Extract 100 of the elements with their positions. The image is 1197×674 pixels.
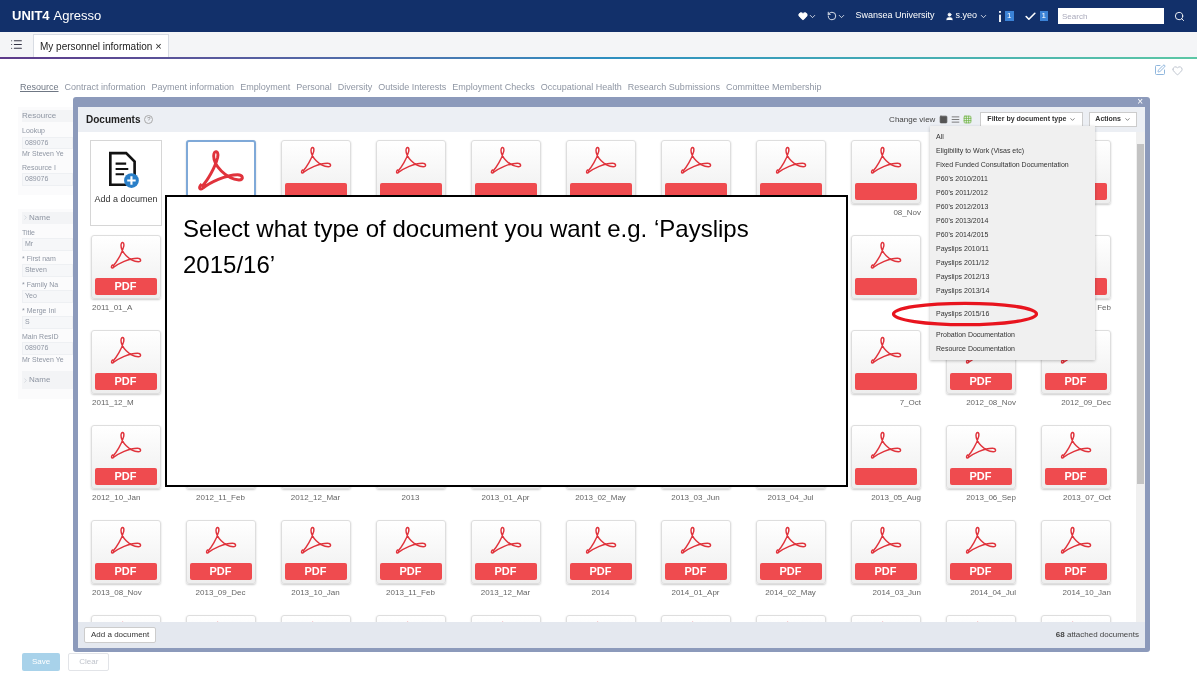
pdf-badge: PDF (949, 563, 1012, 580)
pdf-badge: PDF (569, 563, 632, 580)
tile-label: Add a documen (94, 193, 158, 206)
edit-icon[interactable] (1154, 64, 1166, 76)
scrollbar[interactable] (1136, 132, 1145, 622)
section-tab[interactable]: Payment information (151, 81, 235, 95)
pdf-tile[interactable]: PDF (90, 520, 161, 584)
file-name: 2011_12_M (91, 397, 135, 409)
logo-wordmark: UNIT4 (12, 7, 50, 26)
file-name: 2014_03_Jun (871, 587, 922, 599)
view-icon[interactable] (939, 115, 949, 124)
instruction-text: Select what type of document you want e.g. ‘Payslips 2015/16’ (183, 214, 750, 280)
organisation-name[interactable]: Swansea University (855, 9, 935, 23)
pdf-badge: PDF (1044, 373, 1107, 390)
file-name: 2013_11_Feb (385, 587, 436, 599)
file-name: 2014_10_Jan (1061, 587, 1112, 599)
pdf-badge: PDF (854, 563, 917, 580)
pdf-tile[interactable]: PDF (90, 235, 161, 299)
close-button[interactable]: × (1137, 97, 1143, 107)
panel-title: Name (29, 211, 51, 224)
pdf-badge: PDF (664, 563, 727, 580)
pdf-tile[interactable]: PDF (755, 520, 826, 584)
file-name: 2012_08_Nov (965, 397, 1017, 409)
pdf-tile[interactable]: PDF (280, 520, 351, 584)
file-name: 08_Nov (892, 207, 922, 219)
file-name: 2013_09_Dec (194, 587, 247, 599)
search-icon[interactable] (1174, 10, 1185, 22)
pdf-tile[interactable]: PDF (1040, 425, 1111, 489)
pdf-badge: PDF (1044, 468, 1107, 485)
pdf-tile[interactable]: PDF (470, 520, 541, 584)
file-name: Feb (1096, 302, 1112, 314)
section-tab[interactable]: Resource (20, 81, 59, 95)
pdf-tile[interactable]: PDF (375, 520, 446, 584)
section-tab[interactable]: Research Submissions (627, 81, 720, 95)
file-name: 2013 (400, 492, 421, 504)
file-name: 2014_02_May (764, 587, 817, 599)
file-name: 2013_08_Nov (91, 587, 143, 599)
pdf-badge (854, 468, 917, 485)
menu-icon[interactable] (10, 38, 23, 51)
pdf-badge (854, 373, 917, 390)
section-tab[interactable]: Contract information (64, 81, 146, 95)
section-tab[interactable]: Committee Membership (725, 81, 822, 95)
file-name: 2013_05_Aug (870, 492, 922, 504)
pdf-tile[interactable]: PDF (185, 520, 256, 584)
pdf-badge: PDF (189, 563, 252, 580)
caret-icon[interactable] (1069, 116, 1077, 123)
file-name: 2012_12_Mar (289, 492, 342, 504)
pdf-tile[interactable]: PDF (90, 425, 161, 489)
caret-icon[interactable] (1124, 116, 1131, 123)
add-document-tile[interactable]: Add a documen (89, 140, 162, 226)
section-tab[interactable]: Occupational Health (540, 81, 622, 95)
close-tab-button[interactable]: × (155, 37, 162, 55)
pdf-badge: PDF (949, 373, 1012, 390)
file-name: 2012_11_Feb (195, 492, 246, 504)
document-plus-icon (106, 151, 139, 189)
section-tab[interactable]: Employment Checks (452, 81, 535, 95)
section-tab[interactable]: Employment (240, 81, 291, 95)
file-name: 2014_04_Jul (969, 587, 1017, 599)
attached-count: 68 attached documents (1055, 629, 1139, 641)
app-name: Agresso (53, 7, 102, 26)
pdf-tile[interactable]: PDF (90, 330, 161, 394)
pdf-badge: PDF (94, 278, 157, 295)
pdf-tile[interactable]: PDF (660, 520, 731, 584)
pdf-badge (854, 183, 917, 200)
file-name: 2014 (590, 587, 611, 599)
file-name: 7_Oct (898, 397, 922, 409)
pdf-badge: PDF (284, 563, 347, 580)
pdf-badge: PDF (759, 563, 822, 580)
file-name: 2013_07_Oct (1061, 492, 1112, 504)
file-name: 2012_09_Dec (1060, 397, 1112, 409)
section-tab[interactable]: Outside Interests (378, 81, 447, 95)
panel-title: Resource (22, 110, 73, 122)
section-tab[interactable]: Personal (296, 81, 332, 95)
section-tab[interactable]: Diversity (337, 81, 373, 95)
pdf-tile[interactable]: PDF (565, 520, 636, 584)
pdf-badge (854, 278, 917, 295)
tasks-icon[interactable] (1023, 9, 1037, 23)
search-field[interactable]: Search (1058, 8, 1164, 24)
pdf-tile[interactable]: PDF (850, 520, 921, 584)
add-document-button[interactable]: Add a document (84, 627, 157, 643)
file-name: 2012_10_Jan (91, 492, 142, 504)
history-icon[interactable] (826, 11, 837, 21)
pdf-tile[interactable]: PDF (945, 425, 1016, 489)
pdf-badge: PDF (379, 563, 442, 580)
pdf-badge: PDF (1044, 563, 1107, 580)
pdf-tile[interactable]: PDF (1040, 520, 1111, 584)
view-icon[interactable] (951, 115, 961, 124)
file-name: 2013_04_Jul (766, 492, 815, 504)
file-name: 2013_10_Jan (290, 587, 341, 599)
pdf-badge: PDF (94, 468, 157, 485)
file-name: 2013_01_Apr (480, 492, 531, 504)
file-name: 2013_03_Jun (670, 492, 721, 504)
pdf-tile[interactable]: PDF (945, 520, 1016, 584)
user-name[interactable]: s.yeo (955, 9, 978, 23)
pdf-badge: PDF (94, 563, 157, 580)
pdf-badge: PDF (474, 563, 537, 580)
tab[interactable]: My personnel information × (33, 34, 169, 57)
subsection-title: Name (29, 374, 51, 386)
file-name: 2013_02_May (574, 492, 627, 504)
info-icon[interactable] (998, 10, 1003, 22)
